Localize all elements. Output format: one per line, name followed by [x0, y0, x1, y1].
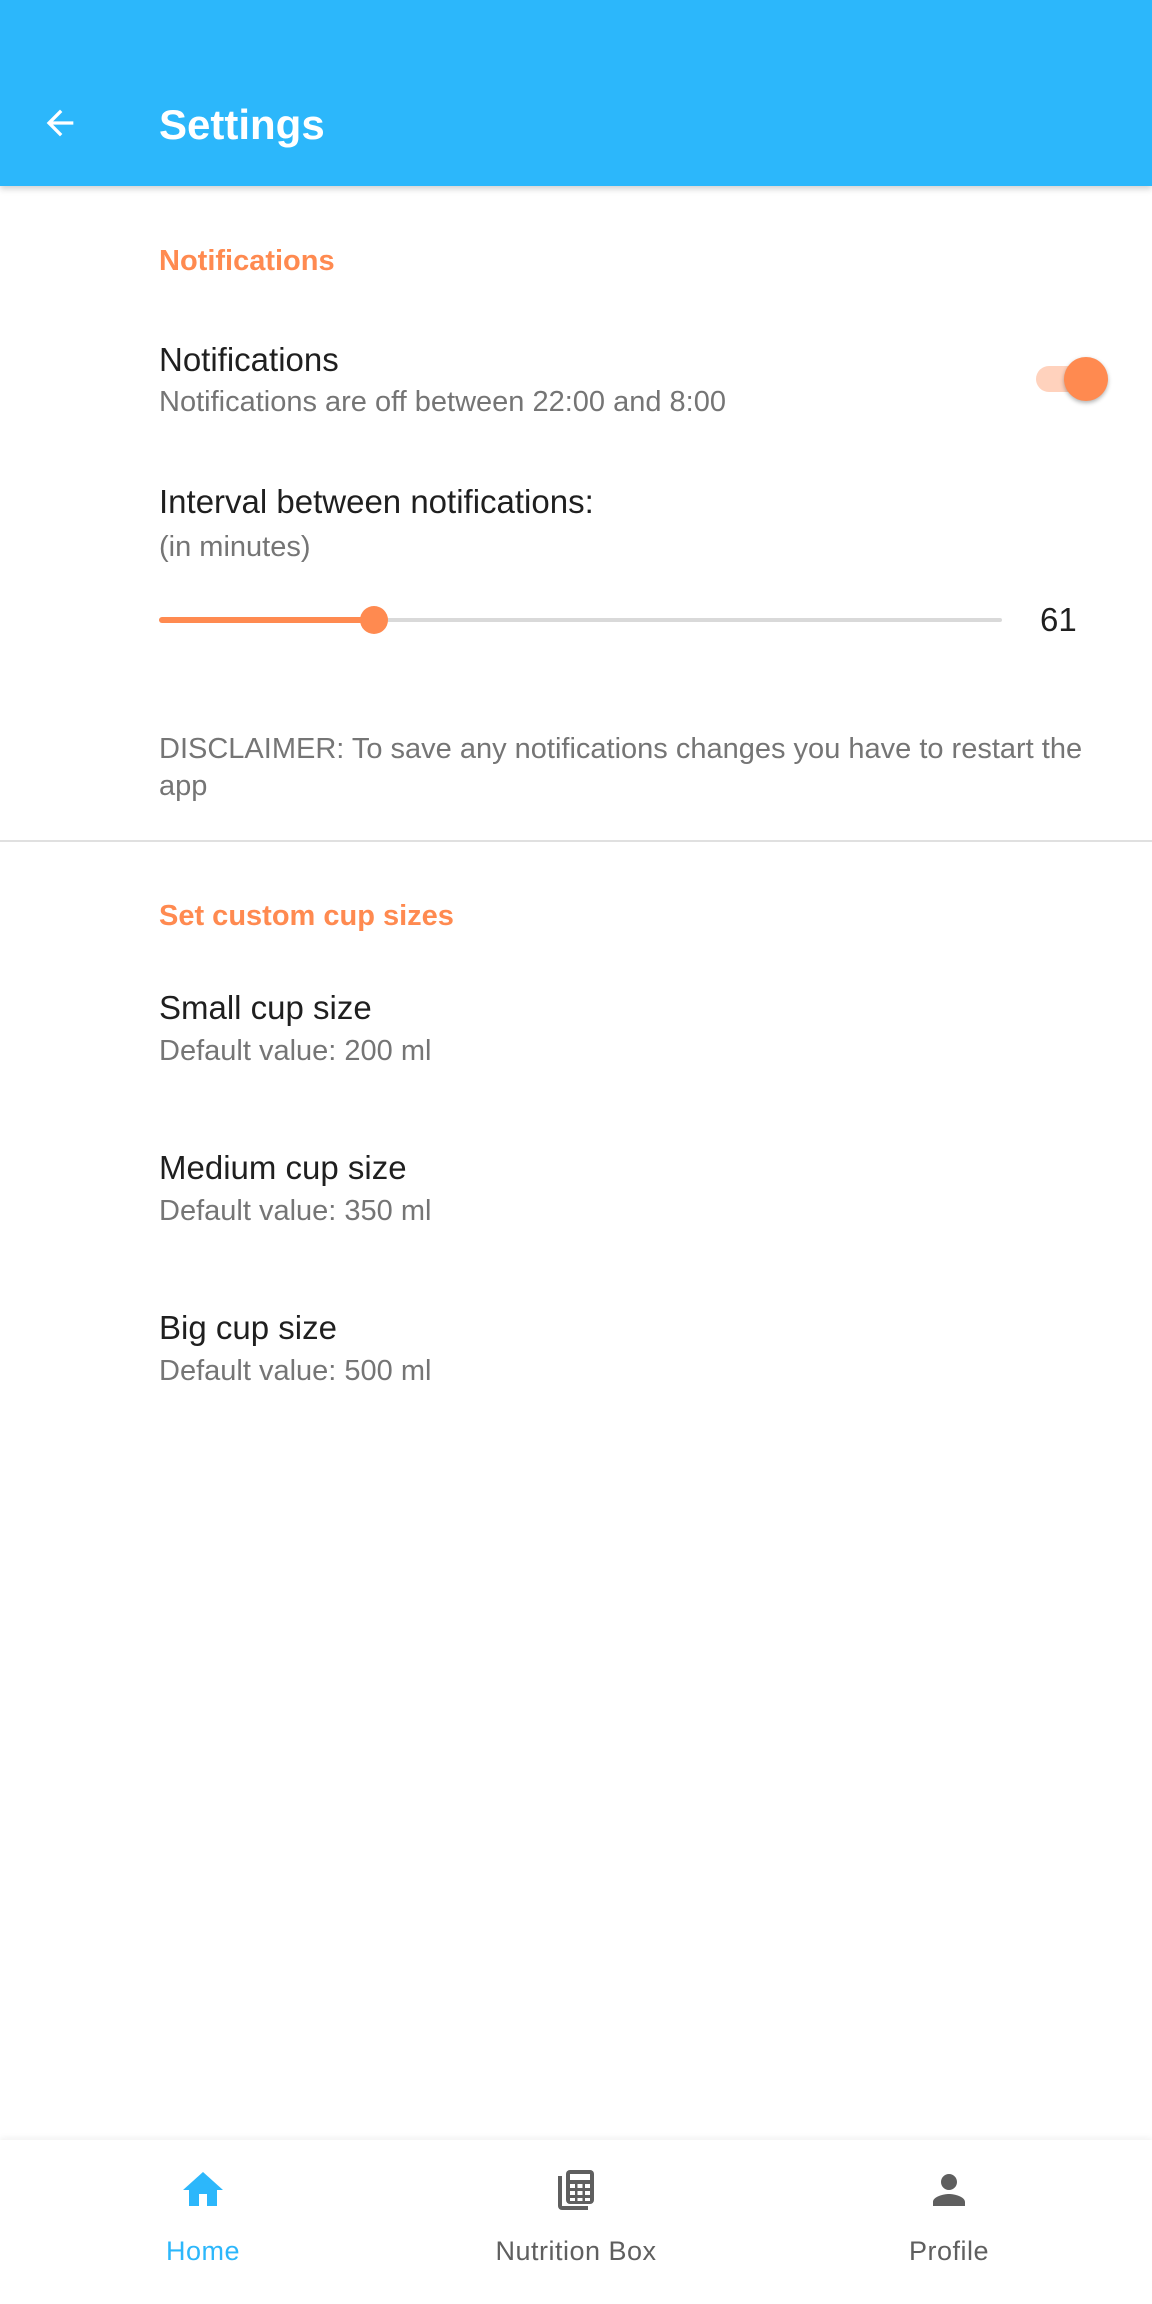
big-cup-size-summary: Default value: 500 ml	[159, 1355, 432, 1387]
big-cup-size-title: Big cup size	[159, 1309, 337, 1346]
slider-thumb[interactable]	[359, 606, 388, 634]
nav-label-home: Home	[165, 2236, 241, 2266]
app-bar: Settings	[0, 0, 1152, 186]
switch-thumb	[1064, 357, 1108, 401]
notifications-section-header: Notifications	[159, 245, 335, 277]
small-cup-size-item[interactable]: Small cup size Default value: 200 ml	[0, 970, 1152, 1110]
medium-cup-size-summary: Default value: 350 ml	[159, 1195, 432, 1227]
medium-cup-size-title: Medium cup size	[159, 1149, 407, 1186]
calculator-icon	[558, 2170, 594, 2210]
notifications-toggle-summary: Notifications are off between 22:00 and …	[159, 386, 726, 418]
nav-item-home[interactable]: Home	[11, 2140, 395, 2304]
interval-title: Interval between notifications:	[159, 483, 594, 520]
nav-label-profile: Profile	[908, 2236, 990, 2266]
notifications-switch[interactable]	[1034, 357, 1108, 401]
big-cup-size-item[interactable]: Big cup size Default value: 500 ml	[0, 1290, 1152, 1430]
home-icon	[183, 2172, 223, 2206]
section-divider	[0, 840, 1152, 842]
interval-summary: (in minutes)	[159, 531, 311, 563]
cup-sizes-section-header: Set custom cup sizes	[159, 900, 454, 932]
disclaimer-text: DISCLAIMER: To save any notifications ch…	[159, 733, 1083, 802]
nav-item-nutrition-box[interactable]: Nutrition Box	[384, 2140, 768, 2304]
notifications-toggle-row[interactable]: Notifications Notifications are off betw…	[0, 320, 1152, 440]
medium-cup-size-item[interactable]: Medium cup size Default value: 350 ml	[0, 1130, 1152, 1270]
person-icon	[933, 2174, 965, 2206]
small-cup-size-summary: Default value: 200 ml	[159, 1035, 432, 1067]
arrow-back-icon	[46, 109, 74, 137]
nav-item-profile[interactable]: Profile	[757, 2140, 1141, 2304]
interval-slider[interactable]	[159, 600, 1002, 640]
notifications-toggle-title: Notifications	[159, 341, 339, 378]
bottom-navigation: Home Nutrition Box Profile	[0, 2140, 1152, 2304]
nav-label-nutrition-box: Nutrition Box	[495, 2236, 657, 2266]
back-button[interactable]	[30, 93, 90, 153]
small-cup-size-title: Small cup size	[159, 989, 372, 1026]
interval-value: 61	[1040, 601, 1077, 638]
slider-fill	[159, 617, 374, 623]
page-title: Settings	[159, 101, 325, 148]
